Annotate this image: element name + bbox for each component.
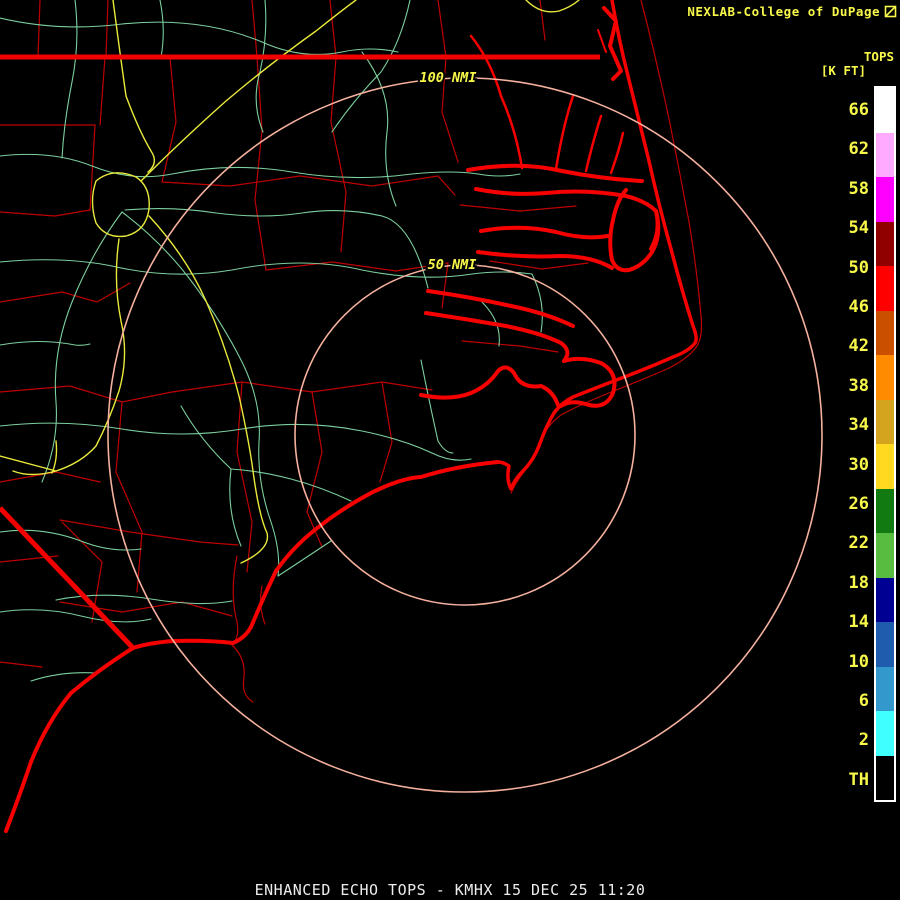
radar-display: { "header": { "source": "NEXLAB-College … bbox=[0, 0, 900, 900]
legend-band bbox=[876, 622, 894, 667]
source-credit: NEXLAB-College of DuPage bbox=[687, 4, 897, 19]
cod-logo-icon bbox=[884, 5, 897, 18]
legend-band bbox=[876, 88, 894, 133]
county-lines bbox=[0, 0, 702, 702]
legend-band bbox=[876, 177, 894, 222]
legend-band bbox=[876, 400, 894, 445]
legend-band bbox=[876, 667, 894, 712]
legend-band bbox=[876, 711, 894, 756]
radar-map: 100 NMI 50 NMI bbox=[0, 0, 900, 900]
product-caption: ENHANCED ECHO TOPS - KMHX 15 DEC 25 11:2… bbox=[0, 881, 900, 899]
ring-50nmi bbox=[295, 265, 635, 605]
legend-band bbox=[876, 444, 894, 489]
ring-50-label: 50 NMI bbox=[428, 257, 477, 273]
legend-band bbox=[876, 578, 894, 623]
legend-band bbox=[876, 489, 894, 534]
state-border-lines bbox=[0, 57, 600, 648]
legend-band bbox=[876, 756, 894, 801]
legend-band bbox=[876, 311, 894, 356]
legend-band bbox=[876, 266, 894, 311]
units-label: [K FT] bbox=[821, 63, 866, 78]
legend-band bbox=[876, 533, 894, 578]
source-text: NEXLAB-College of DuPage bbox=[687, 4, 880, 19]
legend-band bbox=[876, 133, 894, 178]
ring-100-label: 100 NMI bbox=[420, 70, 477, 86]
legend-band bbox=[876, 355, 894, 400]
legend-band bbox=[876, 222, 894, 267]
legend-bar bbox=[874, 86, 896, 802]
product-label: TOPS bbox=[864, 49, 894, 64]
